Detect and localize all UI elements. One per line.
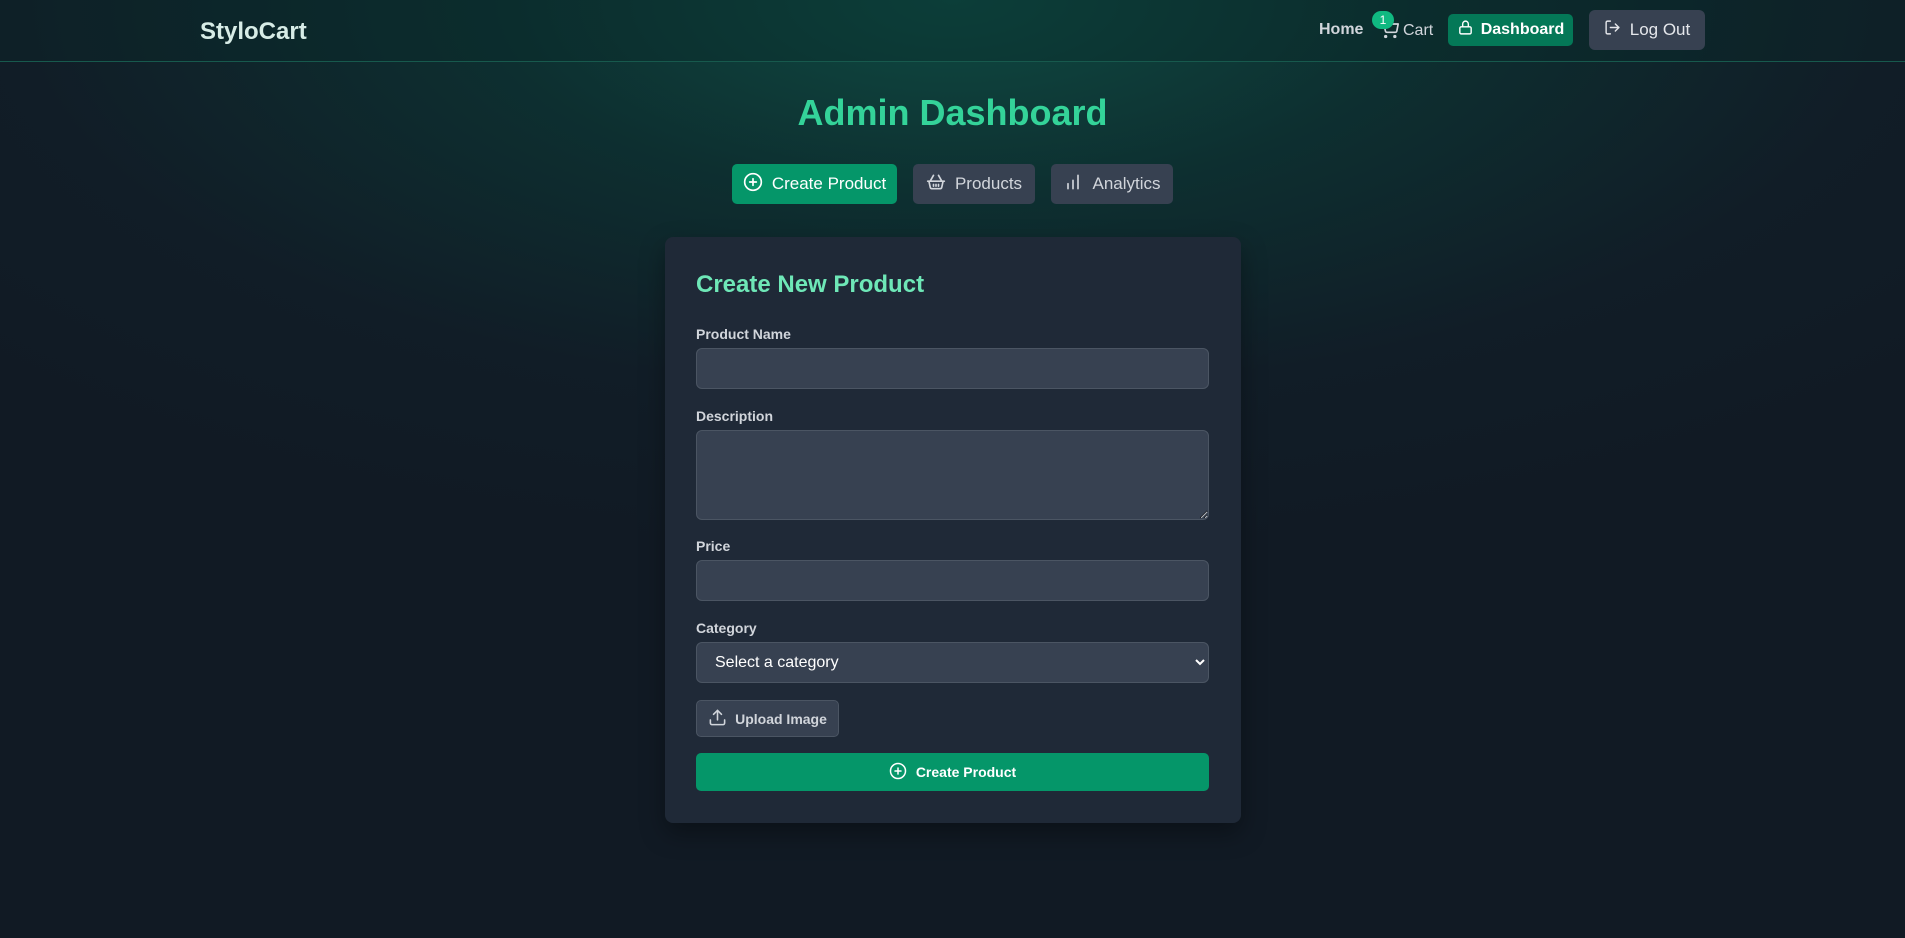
category-label: Category xyxy=(696,620,757,636)
price-input[interactable] xyxy=(696,560,1209,601)
category-select[interactable]: Select a category xyxy=(696,642,1209,683)
tab-label: Products xyxy=(954,174,1023,193)
bar-chart-icon xyxy=(1063,172,1083,197)
logout-button[interactable]: Log Out xyxy=(1589,10,1705,50)
create-product-submit-button[interactable]: Create Product xyxy=(696,753,1209,791)
nav-home-link[interactable]: Home xyxy=(1319,21,1363,39)
upload-icon xyxy=(708,708,727,730)
navbar: StyloCart Home Cart 1 Dashboard Log Out xyxy=(0,0,1905,62)
cart-count-badge: 1 xyxy=(1372,11,1394,29)
page-title: Admin Dashboard xyxy=(797,92,1108,133)
tab-analytics[interactable]: Analytics xyxy=(1051,164,1173,204)
nav-cart-label: Cart xyxy=(1403,22,1434,39)
tab-products[interactable]: Products xyxy=(913,164,1035,204)
tab-label: Create Product xyxy=(771,174,887,193)
product-name-label: Product Name xyxy=(696,326,791,342)
create-product-card: Create New Product Product Name Descript… xyxy=(665,237,1241,823)
plus-circle-icon xyxy=(743,172,763,197)
submit-button-label: Create Product xyxy=(915,764,1017,780)
description-label: Description xyxy=(696,408,774,424)
plus-circle-icon xyxy=(889,762,907,783)
basket-icon xyxy=(926,172,946,197)
dashboard-button-label: Dashboard xyxy=(1480,21,1565,38)
brand-logo[interactable]: StyloCart xyxy=(200,18,307,46)
logout-button-label: Log Out xyxy=(1629,20,1691,39)
tab-label: Analytics xyxy=(1092,174,1161,193)
description-textarea[interactable] xyxy=(696,430,1209,520)
upload-image-button[interactable]: Upload Image xyxy=(696,700,839,737)
price-label: Price xyxy=(696,538,731,554)
product-name-input[interactable] xyxy=(696,348,1209,389)
dashboard-button[interactable]: Dashboard xyxy=(1448,14,1573,46)
tab-create-product[interactable]: Create Product xyxy=(732,164,897,204)
lock-icon xyxy=(1457,19,1474,41)
logout-icon xyxy=(1604,19,1621,41)
card-title: Create New Product xyxy=(696,271,925,298)
upload-image-label: Upload Image xyxy=(735,710,827,727)
